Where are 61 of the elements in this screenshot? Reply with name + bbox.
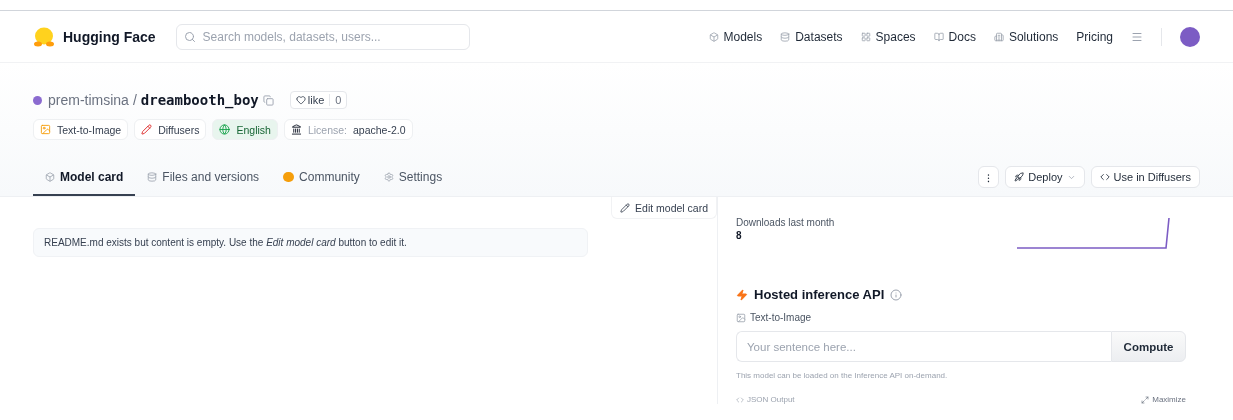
tag-icon xyxy=(290,124,302,135)
repo-owner[interactable]: prem-timsina xyxy=(48,92,129,108)
tab[interactable]: Settings xyxy=(371,170,455,196)
tag-icon xyxy=(40,124,51,135)
tab-icon xyxy=(147,172,158,182)
tag[interactable]: English xyxy=(212,119,278,140)
nav-link[interactable]: Datasets xyxy=(780,29,843,44)
repo-name: dreambooth_boy xyxy=(140,92,259,108)
tag-icon xyxy=(219,124,231,135)
tag[interactable]: Text-to-Image xyxy=(33,119,129,140)
task-label: Text-to-Image xyxy=(750,312,812,323)
info-icon[interactable] xyxy=(890,288,903,301)
use-in-diffusers-button[interactable]: Use in Diffusers xyxy=(1090,166,1200,188)
menu-icon[interactable] xyxy=(1131,30,1143,43)
inference-note: This model can be loaded on the Inference API on-demand. xyxy=(736,371,949,380)
more-button[interactable]: ⁝ xyxy=(978,166,1000,188)
compute-button[interactable]: Compute xyxy=(1111,331,1186,362)
code-icon xyxy=(736,395,744,404)
logo-icon xyxy=(33,26,55,47)
path-separator: / xyxy=(132,92,137,108)
maximize-icon xyxy=(1141,395,1150,404)
nav-icon xyxy=(780,31,791,42)
section-title: Hosted inference API xyxy=(754,287,885,302)
nav-link[interactable]: Pricing xyxy=(1076,29,1113,44)
heart-icon xyxy=(295,95,306,105)
nav-link[interactable]: Spaces xyxy=(860,29,916,44)
downloads-label: Downloads last month xyxy=(736,217,835,228)
downloads-count: 8 xyxy=(736,230,743,241)
nav-link[interactable]: Solutions xyxy=(993,29,1059,44)
empty-readme-notice: README.md exists but content is empty. Use the Edit model card button to edit it. xyxy=(33,228,588,257)
nav-link[interactable]: Docs xyxy=(933,29,976,44)
edit-model-card-button[interactable]: Edit model card xyxy=(611,197,717,219)
pencil-icon xyxy=(620,202,631,213)
bolt-icon xyxy=(736,288,748,301)
user-avatar[interactable] xyxy=(1180,26,1200,47)
nav-icon xyxy=(933,31,944,42)
deploy-button[interactable]: Deploy xyxy=(1005,166,1085,188)
brand-name[interactable]: Hugging Face xyxy=(63,28,156,45)
tab[interactable]: Model card xyxy=(33,170,136,196)
search-field[interactable]: Search models, datasets, users... xyxy=(175,23,470,50)
nav-icon xyxy=(860,31,871,42)
tab[interactable]: Community xyxy=(271,170,372,196)
nav-icon xyxy=(708,31,719,42)
owner-avatar xyxy=(33,95,42,105)
tab-icon xyxy=(45,172,55,182)
nav-icon xyxy=(993,31,1004,42)
search-icon xyxy=(183,30,196,43)
tab[interactable]: Files and versions xyxy=(135,170,272,196)
sentence-input[interactable]: Your sentence here... xyxy=(736,331,1111,362)
code-icon xyxy=(1099,172,1110,182)
tag[interactable]: Diffusers xyxy=(134,119,207,140)
tab-icon xyxy=(383,172,394,182)
tag-icon xyxy=(141,124,153,135)
rocket-icon xyxy=(1014,172,1025,182)
copy-icon[interactable] xyxy=(262,94,274,106)
community-icon xyxy=(283,172,295,182)
maximize-link[interactable]: Maximize xyxy=(1141,395,1186,404)
task-icon xyxy=(736,312,746,323)
nav-link[interactable]: Models xyxy=(708,29,763,44)
tag[interactable]: License: apache-2.0 xyxy=(283,119,413,140)
like-button[interactable]: like 0 xyxy=(289,91,348,109)
